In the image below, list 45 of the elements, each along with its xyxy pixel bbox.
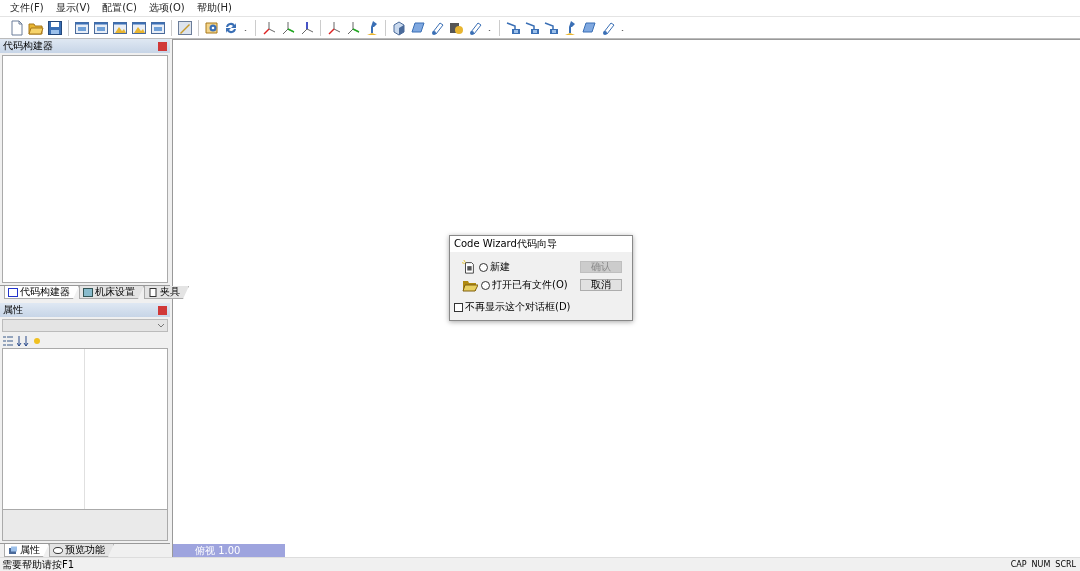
panel-title: 代码构建器: [3, 39, 53, 53]
properties-icon: [8, 545, 18, 555]
axes-icon[interactable]: [299, 19, 315, 36]
status-message: 需要帮助请按F1: [2, 557, 75, 571]
plane-icon[interactable]: [410, 19, 426, 36]
panel-tab[interactable]: 属性: [4, 544, 49, 557]
new-file-icon: [462, 260, 476, 274]
sort-icon[interactable]: [17, 336, 29, 346]
menu-item[interactable]: 文件(F): [4, 1, 50, 15]
window-icon[interactable]: [74, 19, 90, 36]
key-indicator: SCRL: [1055, 560, 1076, 569]
key-indicator: NUM: [1031, 560, 1051, 569]
axes-icon[interactable]: [261, 19, 277, 36]
folder-icon: [462, 278, 478, 292]
menu-item[interactable]: 帮助(H): [190, 1, 239, 15]
panel-tab[interactable]: 夹具: [144, 286, 189, 299]
checkbox[interactable]: 不再显示这个对话框(D): [454, 300, 622, 314]
new-file-icon[interactable]: [9, 19, 25, 36]
save-icon[interactable]: [47, 19, 63, 36]
panel-tab[interactable]: 预览功能: [49, 544, 114, 557]
axes-icon[interactable]: [326, 19, 342, 36]
window-icon[interactable]: [112, 19, 128, 36]
panel-tab[interactable]: 机床设置: [79, 286, 144, 299]
radio-option[interactable]: 打开已有文件(O): [481, 278, 577, 292]
menu-item[interactable]: 配置(C): [96, 1, 143, 15]
close-button[interactable]: [158, 305, 167, 315]
chevron-icon: [158, 323, 164, 328]
cube-icon[interactable]: [391, 19, 407, 36]
window-icon[interactable]: [150, 19, 166, 36]
dialog-button[interactable]: 取消: [580, 279, 622, 291]
panel-title: 属性: [3, 303, 23, 317]
radio-option[interactable]: 新建: [479, 260, 577, 274]
window-icon[interactable]: [131, 19, 147, 36]
axes-icon[interactable]: [280, 19, 296, 36]
axes-icon[interactable]: [345, 19, 361, 36]
menu-item[interactable]: 显示(V): [49, 1, 97, 15]
plane-icon[interactable]: [581, 19, 597, 36]
window-icon[interactable]: [93, 19, 109, 36]
key-indicator: CAP: [1010, 560, 1027, 569]
eye-icon: [53, 545, 63, 555]
panel-tab[interactable]: 代码构建器: [4, 286, 79, 299]
dialog-title: Code Wizard代码向导: [454, 237, 557, 251]
window-icon: [8, 287, 18, 297]
close-button[interactable]: [158, 41, 167, 51]
menu-item[interactable]: 选项(O): [143, 1, 191, 15]
